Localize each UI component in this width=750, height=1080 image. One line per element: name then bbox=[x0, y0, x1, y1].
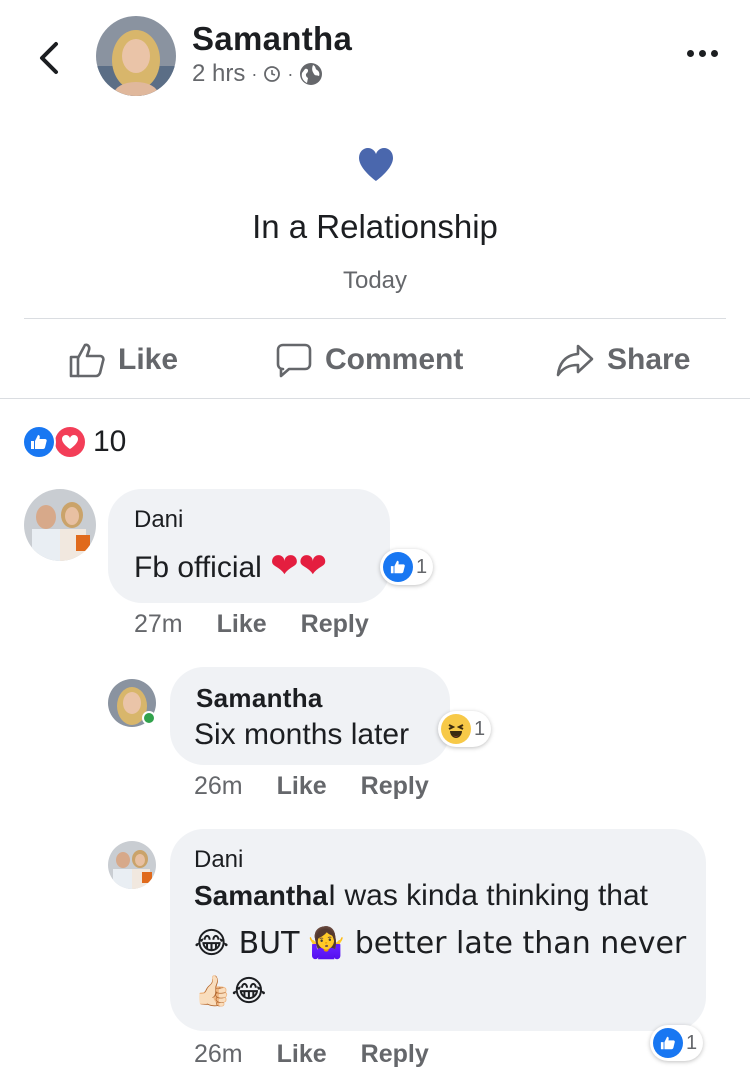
heart-emoji: ❤❤ bbox=[270, 546, 328, 586]
meta-separator: · bbox=[287, 63, 294, 84]
like-label: Like bbox=[118, 343, 179, 376]
comment-text: SamanthaI was kinda thinking that 😂 BUT … bbox=[194, 879, 687, 1009]
comment-meta: 26m Like Reply bbox=[194, 772, 429, 801]
reply-avatar[interactable] bbox=[108, 841, 156, 889]
back-chevron-icon bbox=[40, 42, 58, 74]
comment-reply-button[interactable]: Reply bbox=[361, 1040, 429, 1069]
like-reaction-icon bbox=[653, 1028, 683, 1058]
comment-like-button[interactable]: Like bbox=[277, 772, 327, 801]
comment-like-button[interactable]: Like bbox=[277, 1040, 327, 1069]
post-time: 2 hrs bbox=[192, 60, 246, 87]
like-button[interactable]: Like bbox=[68, 335, 178, 385]
back-button[interactable] bbox=[34, 38, 64, 78]
poster-avatar[interactable] bbox=[96, 16, 176, 96]
like-reaction-icon bbox=[22, 425, 56, 459]
love-reaction-icon bbox=[53, 425, 87, 459]
comment-time: 27m bbox=[134, 610, 183, 638]
online-status-dot bbox=[142, 711, 156, 725]
comment-reaction-count: 1 bbox=[686, 1031, 698, 1054]
mention-link[interactable]: Samantha bbox=[194, 880, 328, 911]
share-button[interactable]: Share bbox=[555, 335, 690, 385]
comment-time: 26m bbox=[194, 1040, 243, 1068]
divider bbox=[0, 398, 750, 399]
comment-label: Comment bbox=[325, 343, 464, 376]
comment-text: Six months later bbox=[194, 718, 410, 751]
comment-button[interactable]: Comment bbox=[275, 335, 463, 385]
life-event-title: In a Relationship bbox=[252, 208, 498, 245]
divider bbox=[24, 318, 726, 319]
comment-icon bbox=[276, 343, 312, 378]
comment-meta: 27m Like Reply bbox=[134, 610, 369, 639]
post-meta: 2 hrs · · bbox=[192, 60, 323, 88]
comment-author[interactable]: Samantha bbox=[196, 683, 323, 714]
heart-icon bbox=[359, 148, 393, 181]
haha-reaction-icon bbox=[441, 714, 471, 744]
comment-author[interactable]: Dani bbox=[194, 846, 243, 874]
comment-meta: 26m Like Reply bbox=[194, 1040, 429, 1069]
comment-text: Fb official ❤❤ bbox=[134, 546, 328, 586]
life-event-date: Today bbox=[342, 267, 408, 294]
poster-name[interactable]: Samantha bbox=[192, 20, 352, 58]
more-options-button[interactable] bbox=[687, 50, 718, 57]
comment-reply-button[interactable]: Reply bbox=[301, 610, 369, 639]
comment-author[interactable]: Dani bbox=[134, 506, 183, 534]
meta-separator: · bbox=[251, 63, 258, 84]
comment-reply-button[interactable]: Reply bbox=[361, 772, 429, 801]
like-reaction-icon bbox=[383, 552, 413, 582]
comment-reaction[interactable]: 1 bbox=[438, 711, 492, 747]
comment-reaction[interactable]: 1 bbox=[650, 1025, 704, 1061]
reaction-count: 10 bbox=[93, 425, 127, 458]
clock-icon bbox=[264, 66, 281, 82]
comment-reaction-count: 1 bbox=[416, 555, 428, 578]
thumbs-up-icon bbox=[69, 343, 105, 378]
more-icon bbox=[687, 50, 694, 57]
comment-time: 26m bbox=[194, 772, 243, 800]
reactions-summary[interactable]: 10 bbox=[22, 425, 126, 459]
comment-reaction-count: 1 bbox=[474, 717, 486, 740]
globe-icon bbox=[300, 63, 323, 85]
comment-like-button[interactable]: Like bbox=[217, 610, 267, 639]
share-label: Share bbox=[607, 343, 691, 376]
share-icon bbox=[556, 344, 594, 377]
comment-reaction[interactable]: 1 bbox=[380, 549, 434, 585]
commenter-avatar[interactable] bbox=[24, 489, 96, 561]
